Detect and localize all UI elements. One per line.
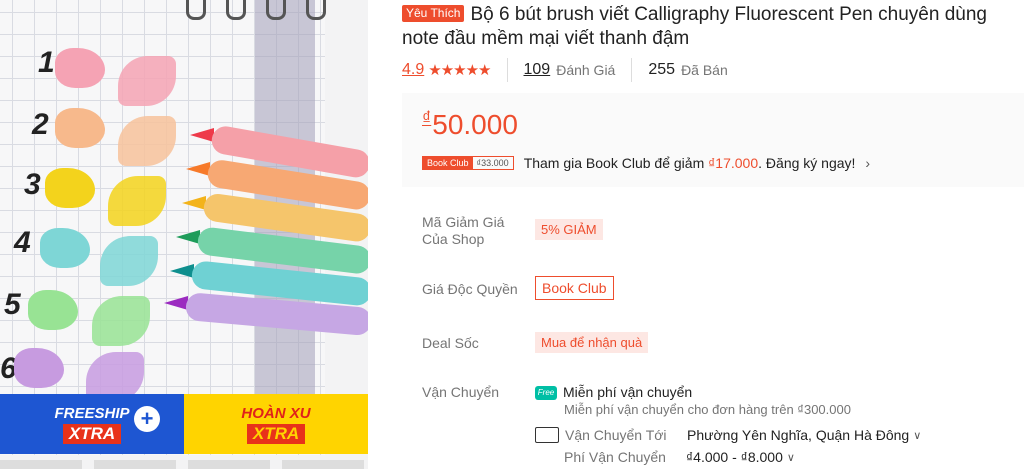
color-swatch: [28, 290, 78, 330]
color-swatch: [45, 168, 95, 208]
shipping-details: Free Miễn phí vận chuyển Miễn phí vận chu…: [535, 384, 1015, 465]
rating-value[interactable]: 4.9: [402, 61, 424, 79]
ship-to-line: Vận Chuyển Tới Phường Yên Nghĩa, Quận Hà…: [535, 427, 1015, 444]
voucher-chip[interactable]: 5% GIẢM: [535, 219, 603, 240]
ring-icon: [186, 0, 206, 20]
product-title-row: Yêu Thích Bộ 6 bút brush viết Calligraphy…: [402, 3, 1024, 51]
chevron-down-icon[interactable]: ∨: [787, 451, 795, 464]
rating-row: 4.9 ★★★★★ 109 Đánh Giá 255 Đã Bán: [402, 58, 728, 82]
ship-to-location[interactable]: Phường Yên Nghĩa, Quận Hà Đông: [687, 427, 909, 443]
free-ship-icon: Free: [535, 386, 557, 401]
exclusive-label: Giá Độc Quyền: [422, 281, 518, 297]
reviews-count[interactable]: 109: [524, 61, 551, 79]
ring-icon: [226, 0, 246, 20]
pen-tip: [170, 264, 194, 278]
ring-icon: [266, 0, 286, 20]
shipping-label: Vận Chuyển: [422, 384, 500, 400]
bookclub-chip[interactable]: Book Club: [535, 276, 614, 300]
star-icons: ★★★★★: [428, 62, 491, 79]
pen-tip: [186, 162, 210, 176]
promo-banner: FREESHIP XTRA HOÀN XU XTRA +: [0, 394, 368, 454]
color-swatch: [14, 348, 64, 388]
swatch-number: 3: [24, 168, 41, 201]
price-value: 50.000: [432, 109, 518, 140]
product-title: Bộ 6 bút brush viết Calligraphy Fluoresc…: [402, 4, 987, 49]
ship-fee-value: ₫4.000 - ₫8.000: [686, 449, 783, 466]
color-swatch: [40, 228, 90, 268]
thumbnail[interactable]: [188, 460, 270, 469]
product-image[interactable]: 1 2 3 4 5 6 FREESHIP XTRA HOÀN XU XTRA +: [0, 0, 368, 469]
pen-tip: [182, 196, 206, 210]
thumbnail[interactable]: [0, 460, 82, 469]
bookclub-price-tag: Book Club ₫33.000: [422, 156, 514, 170]
free-ship-line: Free Miễn phí vận chuyển: [535, 384, 1015, 401]
deal-label: Deal Sốc: [422, 335, 479, 351]
currency-symbol: ₫: [422, 108, 432, 128]
pen-tip: [190, 128, 214, 142]
chevron-down-icon[interactable]: ∨: [913, 429, 921, 442]
hoanxu-xtra-badge: HOÀN XU XTRA: [184, 394, 368, 454]
deal-chip[interactable]: Mua để nhận quà: [535, 332, 649, 353]
thumbnail[interactable]: [282, 460, 364, 469]
free-ship-desc: Miễn phí vận chuyển cho đơn hàng trên ₫3…: [564, 402, 851, 418]
product-info: Yêu Thích Bộ 6 bút brush viết Calligraphy…: [402, 0, 1024, 469]
chevron-right-icon[interactable]: ›: [865, 155, 870, 171]
favorite-badge: Yêu Thích: [402, 5, 465, 22]
swatch-number: 1: [38, 46, 55, 79]
divider: [506, 58, 508, 82]
color-swatch: [55, 48, 105, 88]
swatch-number: 2: [32, 108, 49, 141]
swatch-number: 5: [4, 288, 21, 321]
sold-count: 255: [648, 61, 676, 78]
divider: [631, 58, 633, 82]
price-box: ₫50.000 Book Club ₫33.000 Tham gia Book …: [402, 93, 1024, 187]
bookclub-offer[interactable]: Book Club ₫33.000 Tham gia Book Club để …: [422, 155, 870, 171]
swatch-number: 4: [14, 226, 31, 259]
pen-tip: [164, 296, 188, 310]
bookclub-text: Tham gia Book Club để giảm ₫17.000. Đăng…: [523, 155, 856, 171]
pen-tip: [176, 230, 200, 244]
plus-icon: +: [134, 406, 160, 432]
voucher-label: Mã Giảm Giá Của Shop: [422, 214, 505, 247]
ring-icon: [306, 0, 326, 20]
reviews-label: Đánh Giá: [556, 62, 616, 78]
thumbnail[interactable]: [94, 460, 176, 469]
truck-icon: [535, 427, 559, 444]
sold-label: Đã Bán: [681, 62, 728, 78]
ship-fee-line: Phí Vận Chuyển ₫4.000 - ₫8.000 ∨: [564, 449, 795, 466]
color-swatch: [55, 108, 105, 148]
price: ₫50.000: [422, 108, 518, 141]
thumbnail-strip: [0, 460, 364, 469]
shipping-row: Vận Chuyển Free Miễn phí vận chuyển Miễn …: [422, 384, 1022, 469]
